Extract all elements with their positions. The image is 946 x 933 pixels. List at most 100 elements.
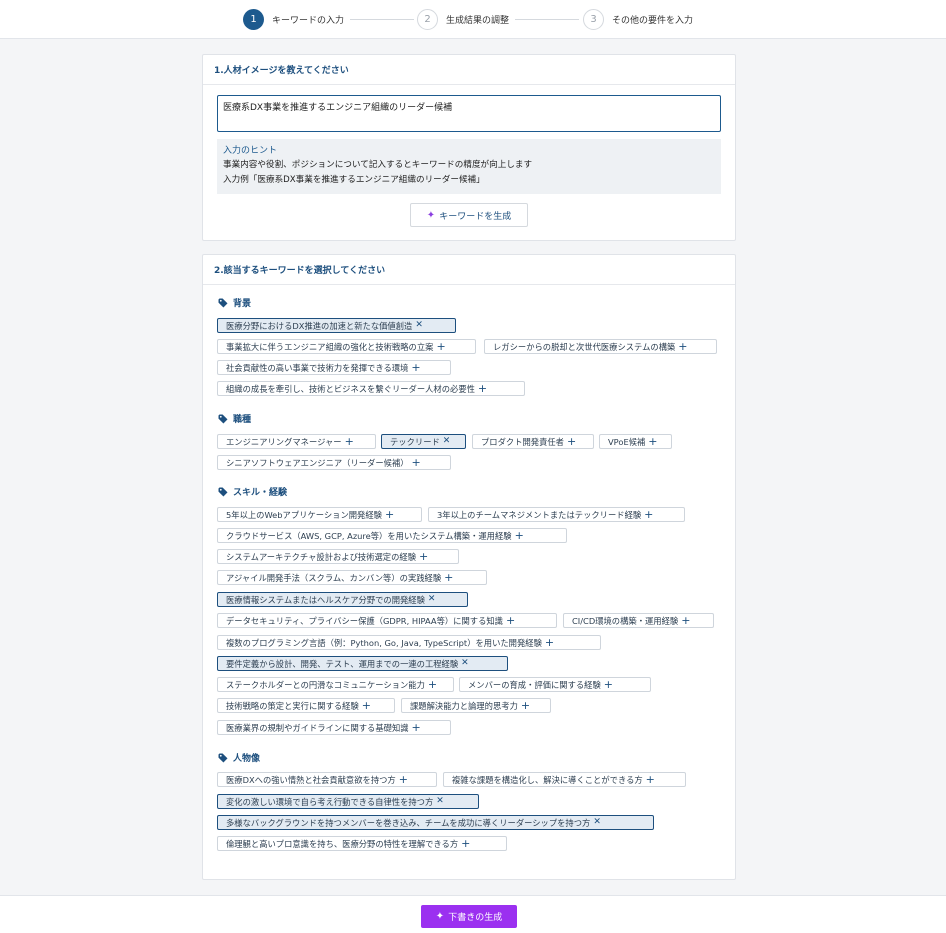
keyword-chip-label: アジャイル開発手法（スクラム、カンバン等）の実践経験 (226, 572, 442, 583)
footer-bar: ✦ 下書きの生成 (0, 895, 946, 933)
sparkle-icon: ✦ (435, 911, 445, 922)
keyword-chip[interactable]: システムアーキテクチャ設計および技術選定の経験 + (217, 549, 459, 564)
plus-icon: + (436, 340, 446, 353)
close-icon: ✕ (442, 436, 451, 446)
keyword-select-card: 2.該当するキーワードを選択してください 背景医療分野におけるDX推進の加速と新… (202, 254, 736, 880)
keyword-chip[interactable]: 社会貢献性の高い事業で技術力を発揮できる環境 + (217, 360, 451, 375)
keyword-chip[interactable]: 倫理観と高いプロ意識を持ち、医療分野の特性を理解できる方 + (217, 836, 507, 851)
persona-input[interactable]: 医療系DX事業を推進するエンジニア組織のリーダー候補 (217, 95, 721, 132)
keyword-chip-label: データセキュリティ、プライバシー保護（GDPR, HIPAA等）に関する知識 (226, 615, 503, 626)
keyword-chip-label: 倫理観と高いプロ意識を持ち、医療分野の特性を理解できる方 (226, 838, 459, 849)
keyword-chip-selected[interactable]: 医療分野におけるDX推進の加速と新たな価値創造 ✕ (217, 318, 456, 333)
plus-icon: + (419, 550, 429, 563)
close-icon: ✕ (593, 817, 601, 827)
plus-icon: + (427, 678, 438, 691)
close-icon: ✕ (461, 658, 469, 668)
sparkle-icon: ✦ (426, 209, 436, 221)
keyword-chip[interactable]: 5年以上のWebアプリケーション開発経験 + (217, 507, 422, 522)
plus-icon: + (384, 508, 395, 521)
keyword-chip-selected[interactable]: 要件定義から設計、開発、テスト、運用までの一連の工程経験 ✕ (217, 656, 508, 671)
keyword-chip-label: 課題解決能力と論理的思考力 (410, 700, 518, 711)
keyword-chip[interactable]: 事業拡大に伴うエンジニア組織の強化と技術戦略の立案 + (217, 339, 476, 354)
keyword-chip-label: 事業拡大に伴うエンジニア組織の強化と技術戦略の立案 (226, 341, 434, 352)
keyword-chip-label: 5年以上のWebアプリケーション開発経験 (226, 509, 382, 520)
keyword-chip[interactable]: 複雑な課題を構造化し、解決に導くことができる方 + (443, 772, 686, 787)
keyword-chip-label: 要件定義から設計、開発、テスト、運用までの一連の工程経験 (226, 658, 459, 669)
plus-icon: + (411, 361, 421, 374)
keyword-chip-label: レガシーからの脱却と次世代医療システムの構築 (493, 341, 676, 352)
keyword-chip[interactable]: 技術戦略の策定と実行に関する経験 + (217, 698, 395, 713)
keyword-chip[interactable]: レガシーからの脱却と次世代医療システムの構築 + (484, 339, 717, 354)
keyword-chip-label: 変化の激しい環境で自ら考え行動できる自律性を持つ方 (226, 796, 434, 807)
keyword-chip[interactable]: シニアソフトウェアエンジニア（リーダー候補） + (217, 455, 451, 470)
keyword-chip[interactable]: エンジニアリングマネージャー + (217, 434, 376, 449)
persona-input-card: 1.人材イメージを教えてください 医療系DX事業を推進するエンジニア組織のリーダ… (202, 54, 736, 241)
keyword-chip[interactable]: プロダクト開発責任者 + (472, 434, 594, 449)
keyword-card-title: 2.該当するキーワードを選択してください (203, 255, 735, 285)
keyword-chip[interactable]: VPoE候補 + (599, 434, 672, 449)
close-icon: ✕ (427, 594, 436, 604)
plus-icon: + (514, 529, 524, 542)
section-heading-label: スキル・経験 (233, 488, 288, 498)
step-connector (515, 19, 579, 20)
keyword-chip-selected[interactable]: 多様なバックグラウンドを持つメンバーを巻き込み、チームを成功に導くリーダーシップ… (217, 815, 654, 830)
section-heading-label: 背景 (233, 299, 252, 309)
keyword-chip-label: 3年以上のチームマネジメントまたはテックリード経験 (437, 509, 642, 520)
keyword-chip[interactable]: 医療DXへの強い情熱と社会貢献意欲を持つ方 + (217, 772, 437, 787)
stepper: 1 キーワードの入力 2 生成結果の調整 3 その他の要件を入力 (0, 0, 946, 39)
step-connector (350, 19, 414, 20)
plus-icon: + (461, 837, 471, 850)
keyword-chip-label: シニアソフトウェアエンジニア（リーダー候補） (226, 457, 409, 468)
plus-icon: + (361, 699, 371, 712)
plus-icon: + (344, 435, 354, 448)
keyword-chip-label: CI/CD環境の構築・運用経験 (572, 615, 679, 626)
step-1[interactable]: 1 キーワードの入力 (243, 9, 344, 30)
section-heading-label: 人物像 (233, 754, 261, 764)
step-3-label: その他の要件を入力 (612, 16, 694, 26)
keyword-chip-label: テックリード (390, 436, 440, 447)
keyword-chip[interactable]: 複数のプログラミング言語（例：Python, Go, Java, TypeScr… (217, 635, 601, 650)
step-1-label: キーワードの入力 (272, 16, 345, 26)
keyword-chip-label: 医療分野におけるDX推進の加速と新たな価値創造 (226, 320, 413, 331)
plus-icon: + (444, 571, 454, 584)
keyword-chip-label: エンジニアリングマネージャー (226, 436, 342, 447)
input-hint: 入力のヒント 事業内容や役割、ポジションについて記入するとキーワードの精度が向上… (217, 139, 721, 194)
keyword-chip-selected[interactable]: テックリード ✕ (381, 434, 466, 449)
keyword-chip-label: 組織の成長を牽引し、技術とビジネスを繋ぐリーダー人材の必要性 (226, 383, 475, 394)
keyword-chip-label: VPoE候補 (608, 436, 646, 447)
keyword-chip[interactable]: 3年以上のチームマネジメントまたはテックリード経験 + (428, 507, 685, 522)
keyword-chip-selected[interactable]: 医療情報システムまたはヘルスケア分野での開発経験 ✕ (217, 592, 468, 607)
plus-icon: + (411, 721, 421, 734)
keyword-chip[interactable]: アジャイル開発手法（スクラム、カンバン等）の実践経験 + (217, 570, 487, 585)
plus-icon: + (398, 773, 408, 786)
keyword-chip[interactable]: クラウドサービス（AWS, GCP, Azure等）を用いたシステム構築・運用経… (217, 528, 567, 543)
keyword-chip[interactable]: 課題解決能力と論理的思考力 + (401, 698, 551, 713)
step-3[interactable]: 3 その他の要件を入力 (583, 9, 693, 30)
keyword-chip[interactable]: データセキュリティ、プライバシー保護（GDPR, HIPAA等）に関する知識 + (217, 613, 557, 628)
keyword-chip[interactable]: ステークホルダーとの円滑なコミュニケーション能力 + (217, 677, 454, 692)
plus-icon: + (645, 773, 655, 786)
keyword-chip-label: 医療DXへの強い情熱と社会貢献意欲を持つ方 (226, 774, 396, 785)
keyword-chip-selected[interactable]: 変化の激しい環境で自ら考え行動できる自律性を持つ方 ✕ (217, 794, 479, 809)
keyword-chip[interactable]: 組織の成長を牽引し、技術とビジネスを繋ぐリーダー人材の必要性 + (217, 381, 525, 396)
section-heading: 背景 (218, 296, 251, 309)
keyword-chip-label: ステークホルダーとの円滑なコミュニケーション能力 (226, 679, 425, 690)
step-2[interactable]: 2 生成結果の調整 (417, 9, 509, 30)
keyword-chip[interactable]: メンバーの育成・評価に関する経験 + (459, 677, 651, 692)
keyword-chip-label: 医療業界の規制やガイドラインに関する基礎知識 (226, 722, 409, 733)
section-heading: 職種 (218, 412, 251, 425)
hint-example: 入力例「医療系DX事業を推進するエンジニア組織のリーダー候補」 (223, 175, 485, 185)
keyword-chip-label: クラウドサービス（AWS, GCP, Azure等）を用いたシステム構築・運用経… (226, 530, 512, 541)
step-2-label: 生成結果の調整 (446, 16, 510, 26)
keyword-chip[interactable]: 医療業界の規制やガイドラインに関する基礎知識 + (217, 720, 451, 735)
plus-icon: + (681, 614, 691, 627)
tag-icon (218, 487, 228, 496)
section-heading: 人物像 (218, 751, 260, 764)
tag-icon (218, 414, 228, 423)
keyword-chip[interactable]: CI/CD環境の構築・運用経験 + (563, 613, 714, 628)
plus-icon: + (411, 456, 421, 469)
generate-draft-button[interactable]: ✦ 下書きの生成 (421, 905, 517, 928)
close-icon: ✕ (436, 796, 444, 806)
generate-keywords-button[interactable]: ✦ キーワードを生成 (410, 203, 528, 227)
close-icon: ✕ (415, 320, 423, 330)
